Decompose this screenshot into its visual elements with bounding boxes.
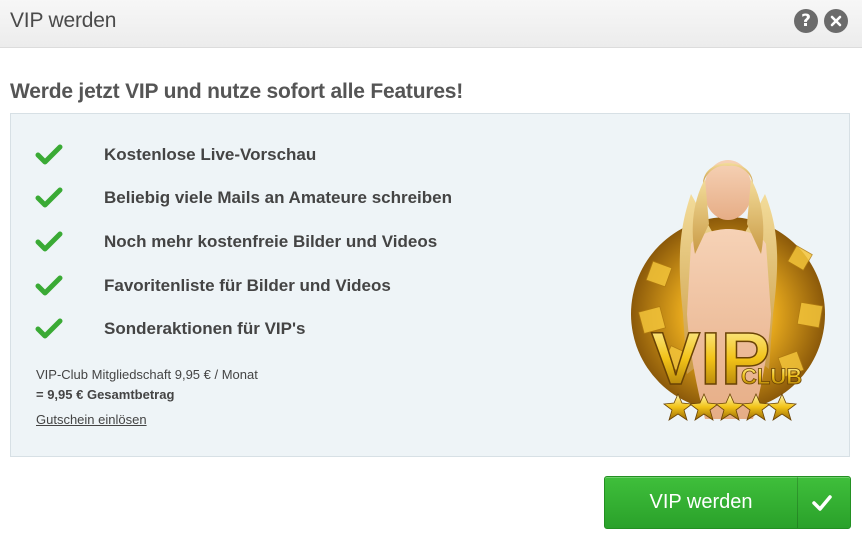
dialog-title: VIP werden <box>10 9 117 32</box>
membership-price: VIP-Club Mitgliedschaft 9,95 € / Monat <box>36 367 258 382</box>
vip-werden-button[interactable]: VIP werden <box>604 476 851 529</box>
club-badge-text: CLUB <box>741 364 802 389</box>
vip-info-panel: Kostenlose Live-Vorschau Beliebig viele … <box>10 113 850 457</box>
checkmark-icon <box>35 144 63 165</box>
help-button[interactable]: ? <box>794 9 818 33</box>
close-icon <box>830 15 842 27</box>
dialog-header: VIP werden ? <box>0 0 862 48</box>
total-amount: = 9,95 € Gesamtbetrag <box>36 387 175 402</box>
feature-item: Noch mehr kostenfreie Bilder und Videos <box>11 228 571 256</box>
close-button[interactable] <box>824 9 848 33</box>
page-headline: Werde jetzt VIP und nutze sofort alle Fe… <box>10 80 464 103</box>
checkmark-icon <box>35 275 63 296</box>
checkmark-icon <box>35 318 63 339</box>
cta-divider <box>797 477 798 528</box>
feature-item: Sonderaktionen für VIP's <box>11 315 571 343</box>
feature-item: Kostenlose Live-Vorschau <box>11 141 571 169</box>
feature-label: Favoritenliste für Bilder und Videos <box>104 276 391 295</box>
feature-item: Beliebig viele Mails an Amateure schreib… <box>11 184 571 212</box>
feature-label: Beliebig viele Mails an Amateure schreib… <box>104 188 453 207</box>
vip-club-badge-image: VIP CLUB <box>631 160 825 421</box>
checkmark-icon <box>35 187 63 208</box>
redeem-voucher-link[interactable]: Gutschein einlösen <box>36 412 147 427</box>
cta-label: VIP werden <box>649 491 753 513</box>
help-icon: ? <box>801 11 811 31</box>
feature-label: Sonderaktionen für VIP's <box>104 319 306 338</box>
checkmark-icon <box>812 495 832 511</box>
feature-label: Noch mehr kostenfreie Bilder und Videos <box>104 232 438 251</box>
checkmark-icon <box>35 231 63 252</box>
feature-label: Kostenlose Live-Vorschau <box>104 145 317 164</box>
feature-item: Favoritenliste für Bilder und Videos <box>11 272 571 300</box>
